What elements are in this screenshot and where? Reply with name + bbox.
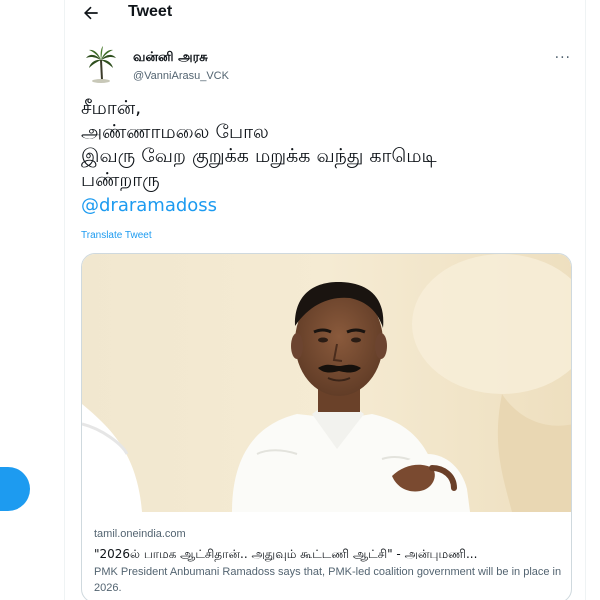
tweet-line: சீமான், — [81, 97, 142, 119]
card-domain: tamil.oneindia.com — [94, 528, 186, 540]
main-column: Tweet வன்னி அரசு @VanniArasu_VCK ··· சீம… — [64, 0, 586, 600]
tweet-line: இவரு வேற குறுக்க மறுக்க வந்து காமெடி — [81, 145, 437, 167]
page-title: Tweet — [128, 3, 173, 20]
author-handle[interactable]: @VanniArasu_VCK — [133, 70, 229, 82]
card-image — [82, 254, 571, 512]
arrow-left-icon[interactable] — [81, 3, 101, 23]
compose-tweet-button[interactable] — [0, 467, 30, 511]
ellipsis-icon[interactable]: ··· — [555, 50, 571, 66]
tweet-line: பண்றாரு — [81, 169, 160, 191]
mention-link[interactable]: @draramadoss — [81, 193, 217, 219]
tweet-body: சீமான், அண்ணாமலை போல இவரு வேற குறுக்க மற… — [81, 96, 571, 219]
palm-tree-icon — [81, 44, 121, 84]
translate-tweet-link[interactable]: Translate Tweet — [81, 230, 152, 241]
person-photo — [82, 254, 571, 512]
link-preview-card[interactable]: tamil.oneindia.com "2026ல் பாமக ஆட்சிதான… — [81, 253, 572, 600]
avatar[interactable] — [81, 44, 121, 84]
left-sidebar — [0, 0, 64, 600]
card-description: PMK President Anbumani Ramadoss says tha… — [94, 566, 562, 594]
card-title: "2026ல் பாமக ஆட்சிதான்.. அதுவும் கூட்டணி… — [94, 547, 478, 561]
tweet-line: அண்ணாமலை போல — [81, 121, 269, 143]
card-meta: tamil.oneindia.com "2026ல் பாமக ஆட்சிதான… — [94, 526, 564, 596]
page-header: Tweet — [65, 0, 585, 30]
author-display-name[interactable]: வன்னி அரசு — [133, 50, 208, 66]
tweet-author: வன்னி அரசு @VanniArasu_VCK ··· — [81, 44, 571, 92]
